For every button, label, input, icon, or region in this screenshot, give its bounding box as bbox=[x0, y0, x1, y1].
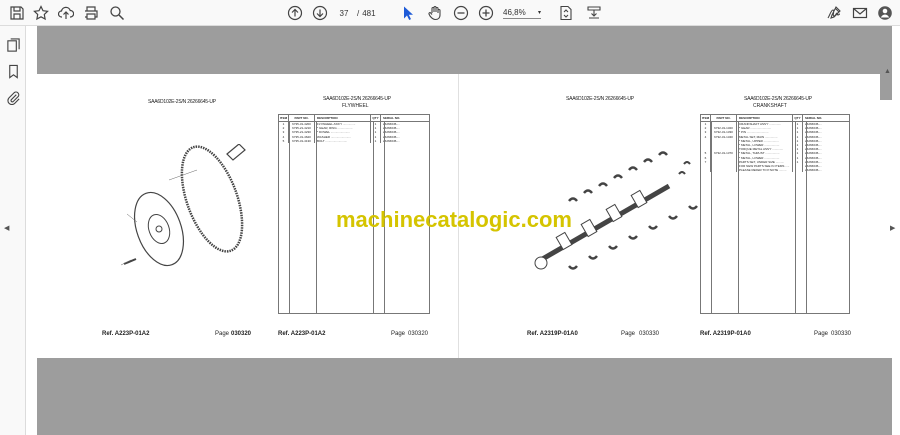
page-title: FLYWHEEL bbox=[342, 103, 369, 109]
column-header: QTY bbox=[793, 115, 803, 121]
page-display-icon[interactable] bbox=[585, 4, 603, 22]
page-separator: / bbox=[357, 8, 360, 18]
ref-label-left: Ref. A2319P-01A0 bbox=[527, 331, 578, 337]
page-number-right: 030330 bbox=[831, 331, 852, 337]
page-label-right: Page bbox=[391, 331, 406, 337]
table-cell: BOLT .......................... bbox=[315, 138, 371, 143]
table-cell: 26266645-... bbox=[383, 138, 400, 143]
left-sidebar: ◀ bbox=[0, 26, 26, 435]
zoom-select[interactable]: 46,8% ▾ bbox=[503, 6, 541, 19]
page-model-left: SAA6D102E-2S/N 26266645-UP bbox=[148, 99, 216, 105]
flywheel-diagram bbox=[120, 144, 246, 267]
table-cell bbox=[701, 168, 711, 173]
hand-tool-icon[interactable] bbox=[426, 4, 444, 22]
zoom-out-icon[interactable] bbox=[452, 4, 470, 22]
column-header: SERIAL NO. bbox=[383, 116, 401, 120]
search-icon[interactable] bbox=[108, 4, 126, 22]
column-header: QTY bbox=[371, 115, 381, 121]
page-model-right: SAA6D102E-2S/N 26266645-UP bbox=[744, 96, 812, 102]
page-model-left: SAA6D102E-2S/N 26266645-UP bbox=[566, 96, 634, 102]
page-label-right: Page bbox=[814, 331, 829, 337]
table-cell: 5 bbox=[279, 138, 289, 143]
attachment-icon[interactable] bbox=[4, 88, 22, 106]
table-row: 5 6735-31-4130 BOLT ......................… bbox=[279, 138, 429, 143]
page-number-left: 030320 bbox=[231, 331, 252, 337]
bookmark-icon[interactable] bbox=[4, 62, 22, 80]
page-up-icon[interactable] bbox=[286, 4, 304, 22]
column-header: DESCRIPTION bbox=[315, 115, 371, 121]
page-model-right: SAA6D102E-2S/N 26266645-UP bbox=[323, 96, 391, 102]
page-down-icon[interactable] bbox=[311, 4, 329, 22]
thumbnails-icon[interactable] bbox=[4, 36, 22, 54]
column-header: ITEM bbox=[701, 115, 711, 121]
table-cell: 6735-31-4130 bbox=[289, 138, 315, 143]
toolbar: / 481 46,8% ▾ bbox=[0, 0, 900, 26]
ref-label-right: Ref. A223P-01A2 bbox=[278, 331, 326, 337]
page-number-left: 030330 bbox=[639, 331, 660, 337]
collapse-left-icon[interactable]: ◀ bbox=[4, 224, 9, 232]
cloud-upload-icon[interactable] bbox=[57, 4, 75, 22]
ref-label-left: Ref. A223P-01A2 bbox=[102, 331, 150, 337]
gray-margin-bottom bbox=[37, 358, 892, 435]
star-icon[interactable] bbox=[32, 4, 50, 22]
ref-label-right: Ref. A2319P-01A0 bbox=[700, 331, 751, 337]
column-header: PART NO. bbox=[289, 115, 315, 121]
page-number-input[interactable] bbox=[334, 6, 354, 20]
table-row: PLEASE REFER TO P.NOTE ......... 26266645… bbox=[701, 168, 849, 173]
table-header: ITEM PART NO. DESCRIPTION QTY SERIAL NO. bbox=[701, 115, 849, 122]
column-header: PART NO. bbox=[711, 115, 737, 121]
envelope-icon[interactable] bbox=[851, 4, 869, 22]
zoom-in-icon[interactable] bbox=[477, 4, 495, 22]
page-label-left: Page bbox=[215, 331, 230, 337]
column-header: DESCRIPTION bbox=[737, 115, 793, 121]
collapse-right-icon[interactable]: ▶ bbox=[890, 224, 895, 232]
account-icon[interactable] bbox=[876, 4, 894, 22]
page-fit-icon[interactable] bbox=[557, 4, 575, 22]
table-header: ITEM PART NO. DESCRIPTION QTY SERIAL NO. bbox=[279, 115, 429, 122]
page-title: CRANKSHAFT bbox=[753, 103, 787, 109]
page-label-left: Page bbox=[621, 331, 636, 337]
watermark-text: machinecatalogic.com bbox=[336, 207, 572, 232]
select-cursor-icon[interactable] bbox=[399, 4, 417, 22]
zoom-value: 46,8% bbox=[503, 7, 526, 17]
total-pages: 481 bbox=[362, 8, 376, 18]
page-number-right: 030320 bbox=[408, 331, 429, 337]
table-cell: 26266645-... bbox=[805, 168, 822, 173]
table-cell bbox=[711, 168, 737, 173]
print-icon[interactable] bbox=[82, 4, 100, 22]
scrollbar-up-icon[interactable]: ▲ bbox=[884, 68, 891, 75]
table-cell: PLEASE REFER TO P.NOTE ......... bbox=[737, 168, 793, 173]
parts-table: ITEM PART NO. DESCRIPTION QTY SERIAL NO.… bbox=[700, 114, 850, 314]
column-header: SERIAL NO. bbox=[805, 116, 823, 120]
page-navigator: / 481 bbox=[334, 5, 376, 21]
chevron-down-icon: ▾ bbox=[537, 9, 541, 16]
sign-icon[interactable] bbox=[825, 4, 843, 22]
save-icon[interactable] bbox=[8, 4, 26, 22]
column-header: ITEM bbox=[279, 115, 289, 121]
